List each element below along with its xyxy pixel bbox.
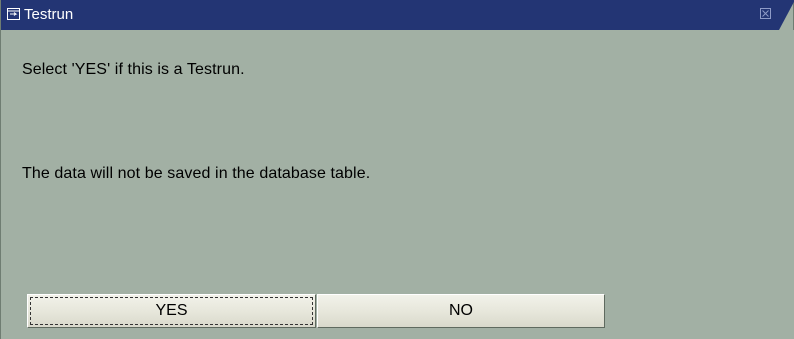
yes-button[interactable]: YES — [27, 294, 316, 328]
dialog-window-icon — [7, 8, 20, 20]
message-line-2: The data will not be saved in the databa… — [22, 165, 371, 182]
title-bar: Testrun — [1, 0, 794, 30]
window-title: Testrun — [24, 6, 74, 23]
close-icon[interactable] — [760, 8, 771, 19]
message-line-1: Select 'YES' if this is a Testrun. — [22, 61, 245, 78]
testrun-dialog: Testrun Select 'YES' if this is a Testru… — [0, 0, 794, 339]
no-button[interactable]: NO — [317, 294, 605, 328]
dialog-content: Select 'YES' if this is a Testrun. The d… — [1, 30, 794, 339]
